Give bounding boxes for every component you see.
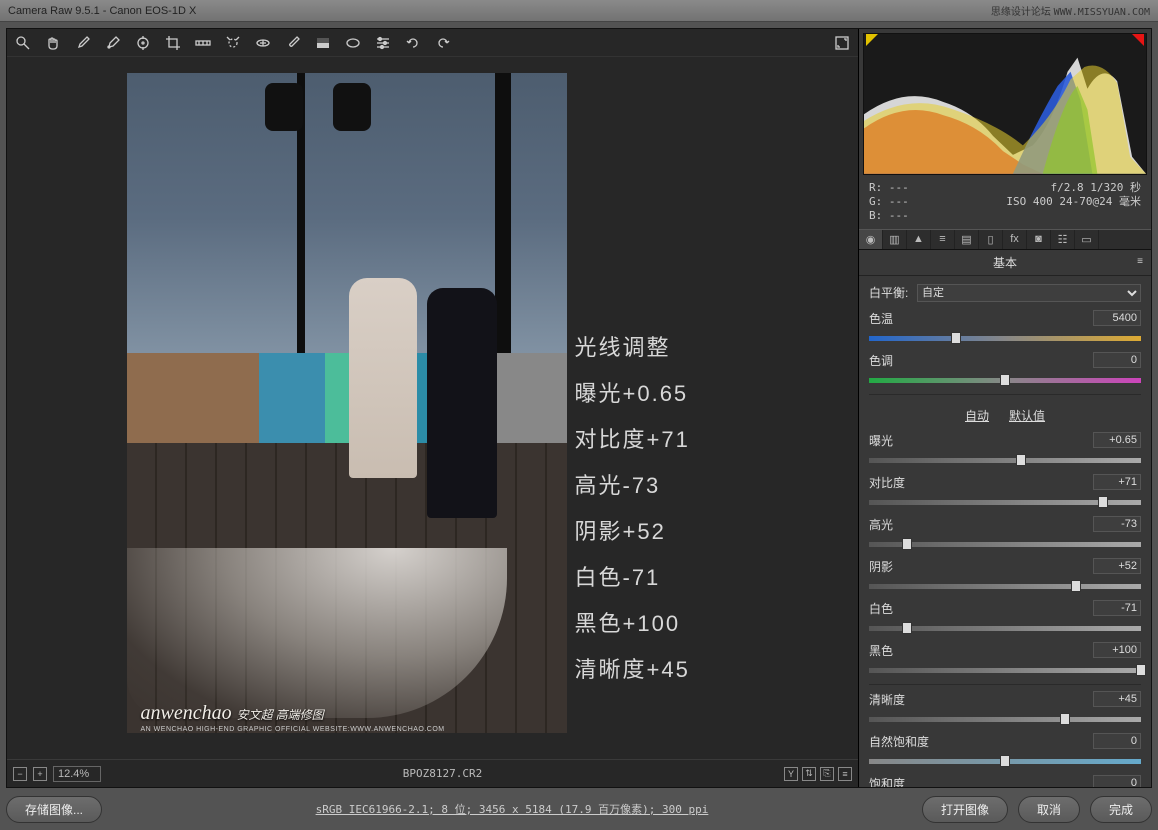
copy-settings-icon[interactable]: ⎘ [820, 767, 834, 781]
histogram[interactable] [863, 33, 1147, 175]
temperature-slider[interactable] [869, 330, 1141, 346]
preview-bottom-bar: − + 12.4% BPOZ8127.CR2 Y ⇅ ⎘ ≡ [7, 759, 858, 787]
menu-icon[interactable]: ≡ [838, 767, 852, 781]
crop-icon[interactable] [165, 35, 181, 51]
fullscreen-icon[interactable] [834, 35, 850, 51]
wb-select[interactable]: 自定 [917, 284, 1141, 302]
toolbar [7, 29, 858, 57]
swap-icon[interactable]: ⇅ [802, 767, 816, 781]
panel-tabs: ◉ ▥ ▲ ≡ ▤ ▯ fx ◙ ☷ ▭ [859, 229, 1151, 250]
rotate-cw-icon[interactable] [435, 35, 451, 51]
presets-tab-icon[interactable]: ☷ [1051, 230, 1075, 249]
preview-pane: anwenchao 安文超 高端修图 AN WENCHAO HIGH-END G… [7, 29, 859, 787]
watermark: 思缘设计论坛 WWW.MISSYUAN.COM [991, 3, 1150, 18]
tint-value[interactable]: 0 [1093, 352, 1141, 368]
hand-icon[interactable] [45, 35, 61, 51]
preview-area[interactable]: anwenchao 安文超 高端修图 AN WENCHAO HIGH-END G… [7, 57, 858, 759]
save-image-button[interactable]: 存储图像... [6, 796, 102, 823]
whites-value[interactable]: -71 [1093, 600, 1141, 616]
overlay-annotations: 光线调整曝光+0.65 对比度+71高光-73 阴影+52白色-71 黑色+10… [575, 330, 690, 684]
zoom-in-button[interactable]: + [33, 767, 47, 781]
app-title: Camera Raw 9.5.1 - Canon EOS-1D X [8, 5, 196, 17]
split-tab-icon[interactable]: ▤ [955, 230, 979, 249]
temperature-value[interactable]: 5400 [1093, 310, 1141, 326]
redeye-icon[interactable] [255, 35, 271, 51]
shadows-slider[interactable] [869, 578, 1141, 594]
filename: BPOZ8127.CR2 [107, 767, 778, 780]
before-after-icon[interactable]: Y [784, 767, 798, 781]
hsl-tab-icon[interactable]: ≡ [931, 230, 955, 249]
shadows-value[interactable]: +52 [1093, 558, 1141, 574]
whites-slider[interactable] [869, 620, 1141, 636]
panel-title: 基本 ≡ [859, 250, 1151, 276]
adjustments-panel: R: ---G: ---B: --- f/2.8 1/320 秒ISO 400 … [859, 29, 1151, 787]
shadow-clip-icon[interactable] [866, 34, 878, 46]
zoom-icon[interactable] [15, 35, 31, 51]
wb-label: 白平衡: [869, 284, 917, 301]
curve-tab-icon[interactable]: ▥ [883, 230, 907, 249]
tint-slider[interactable] [869, 372, 1141, 388]
grad-filter-icon[interactable] [315, 35, 331, 51]
zoom-level[interactable]: 12.4% [53, 766, 101, 782]
cancel-button[interactable]: 取消 [1018, 796, 1080, 823]
snapshot-tab-icon[interactable]: ▭ [1075, 230, 1099, 249]
contrast-value[interactable]: +71 [1093, 474, 1141, 490]
prefs-icon[interactable] [375, 35, 391, 51]
open-image-button[interactable]: 打开图像 [922, 796, 1008, 823]
default-link[interactable]: 默认值 [1009, 407, 1045, 424]
title-bar: Camera Raw 9.5.1 - Canon EOS-1D X 思缘设计论坛… [0, 0, 1158, 22]
rgb-exif-readout: R: ---G: ---B: --- f/2.8 1/320 秒ISO 400 … [859, 179, 1151, 229]
basic-tab-icon[interactable]: ◉ [859, 230, 883, 249]
exposure-value[interactable]: +0.65 [1093, 432, 1141, 448]
vibrance-value[interactable]: 0 [1093, 733, 1141, 749]
contrast-slider[interactable] [869, 494, 1141, 510]
camera-tab-icon[interactable]: ◙ [1027, 230, 1051, 249]
rotate-ccw-icon[interactable] [405, 35, 421, 51]
exposure-slider[interactable] [869, 452, 1141, 468]
lens-tab-icon[interactable]: ▯ [979, 230, 1003, 249]
brush-icon[interactable] [285, 35, 301, 51]
photo-watermark: anwenchao 安文超 高端修图 [141, 702, 324, 725]
workflow-options[interactable]: sRGB IEC61966-2.1; 8 位; 3456 x 5184 (17.… [112, 801, 912, 817]
highlight-clip-icon[interactable] [1132, 34, 1144, 46]
fx-tab-icon[interactable]: fx [1003, 230, 1027, 249]
detail-tab-icon[interactable]: ▲ [907, 230, 931, 249]
radial-filter-icon[interactable] [345, 35, 361, 51]
color-sampler-icon[interactable] [105, 35, 121, 51]
zoom-out-button[interactable]: − [13, 767, 27, 781]
vibrance-slider[interactable] [869, 753, 1141, 769]
saturation-value[interactable]: 0 [1093, 775, 1141, 787]
blacks-slider[interactable] [869, 662, 1141, 678]
footer: 存储图像... sRGB IEC61966-2.1; 8 位; 3456 x 5… [6, 792, 1152, 826]
done-button[interactable]: 完成 [1090, 796, 1152, 823]
photo-preview: anwenchao 安文超 高端修图 AN WENCHAO HIGH-END G… [127, 73, 567, 733]
highlights-value[interactable]: -73 [1093, 516, 1141, 532]
clarity-value[interactable]: +45 [1093, 691, 1141, 707]
panel-menu-icon[interactable]: ≡ [1137, 256, 1143, 267]
blacks-value[interactable]: +100 [1093, 642, 1141, 658]
spot-heal-icon[interactable] [225, 35, 241, 51]
clarity-slider[interactable] [869, 711, 1141, 727]
highlights-slider[interactable] [869, 536, 1141, 552]
target-adjust-icon[interactable] [135, 35, 151, 51]
straighten-icon[interactable] [195, 35, 211, 51]
wb-eyedropper-icon[interactable] [75, 35, 91, 51]
auto-link[interactable]: 自动 [965, 407, 989, 424]
